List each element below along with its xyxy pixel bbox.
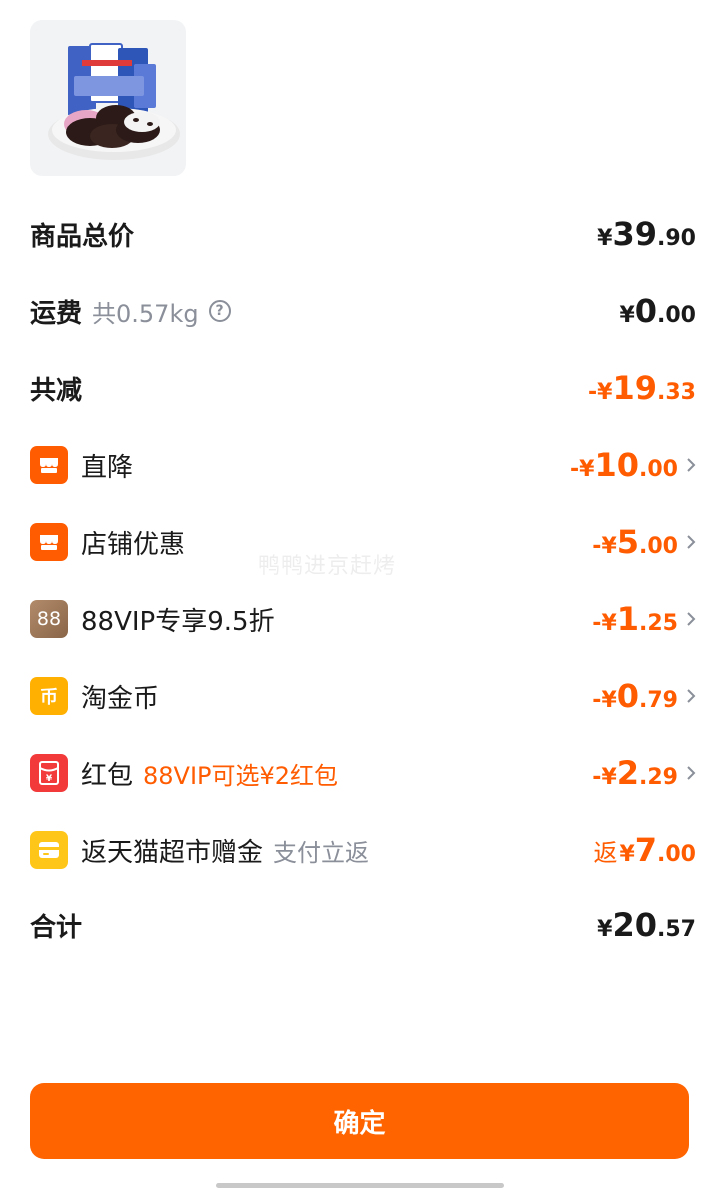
shipping-weight: 共0.57kg — [92, 299, 199, 328]
discount-label: 88VIP专享9.5折 — [81, 606, 275, 637]
home-indicator[interactable] — [216, 1183, 504, 1188]
rebate-label: 返天猫超市赠金 — [81, 837, 264, 868]
discount-label: 店铺优惠 — [81, 529, 186, 560]
shipping-label: 运费 — [30, 298, 83, 329]
svg-text:¥: ¥ — [46, 774, 53, 784]
discount-row-vip[interactable]: 88 88VIP专享9.5折 - ¥ 1 .25 — [30, 589, 696, 649]
vip88-icon: 88 — [30, 600, 68, 638]
total-price-row: 商品总价 ¥ 39 .90 — [30, 204, 696, 264]
total-discount-label: 共减 — [30, 375, 83, 406]
discount-row-coins[interactable]: 币 淘金币 - ¥ 0 .79 — [30, 666, 696, 726]
discount-label: 红包 — [81, 760, 134, 791]
rebate-amount: 返 ¥ 7 .00 — [593, 831, 696, 869]
discount-amount: - ¥ 0 .79 — [592, 677, 678, 715]
help-icon[interactable]: ? — [208, 300, 231, 322]
discount-label: 直降 — [81, 452, 134, 483]
discount-label: 淘金币 — [81, 683, 160, 714]
rebate-row: 返天猫超市赠金 支付立返 返 ¥ 7 .00 — [30, 820, 696, 880]
discount-row-red-packet[interactable]: ¥ 红包 88VIP可选¥2红包 - ¥ 2 .29 — [30, 743, 696, 803]
watermark: 鸭鸭进京赶烤 — [258, 554, 397, 579]
grand-total-row: 合计 ¥ 20 .57 — [30, 895, 696, 955]
chevron-right-icon — [682, 611, 696, 627]
coin-icon: 币 — [30, 677, 68, 715]
product-image — [30, 20, 186, 176]
rebate-hint: 支付立返 — [273, 838, 370, 867]
card-icon — [30, 831, 68, 869]
chevron-right-icon — [682, 765, 696, 781]
total-price-amount: ¥ 39 .90 — [597, 215, 696, 253]
chevron-right-icon — [682, 457, 696, 473]
storefront-icon — [30, 446, 68, 484]
confirm-button[interactable]: 确定 — [30, 1083, 689, 1159]
chevron-right-icon — [682, 534, 696, 550]
discount-amount: - ¥ 2 .29 — [592, 754, 678, 792]
total-price-label: 商品总价 — [30, 221, 135, 252]
discount-amount: - ¥ 10 .00 — [570, 446, 678, 484]
storefront-icon — [30, 523, 68, 561]
discount-row-direct[interactable]: 直降 - ¥ 10 .00 — [30, 435, 696, 495]
shipping-amount: ¥ 0 .00 — [619, 292, 696, 330]
total-discount-amount: - ¥ 19 .33 — [588, 369, 696, 407]
grand-total-amount: ¥ 20 .57 — [597, 906, 696, 944]
chevron-right-icon — [682, 688, 696, 704]
discount-amount: - ¥ 1 .25 — [592, 600, 678, 638]
grand-total-label: 合计 — [30, 912, 83, 943]
discount-amount: - ¥ 5 .00 — [592, 523, 678, 561]
red-packet-icon: ¥ — [30, 754, 68, 792]
red-packet-hint: 88VIP可选¥2红包 — [143, 761, 339, 790]
total-discount-row: 共减 - ¥ 19 .33 — [30, 358, 696, 418]
shipping-row: 运费 共0.57kg ? ¥ 0 .00 — [30, 281, 696, 341]
